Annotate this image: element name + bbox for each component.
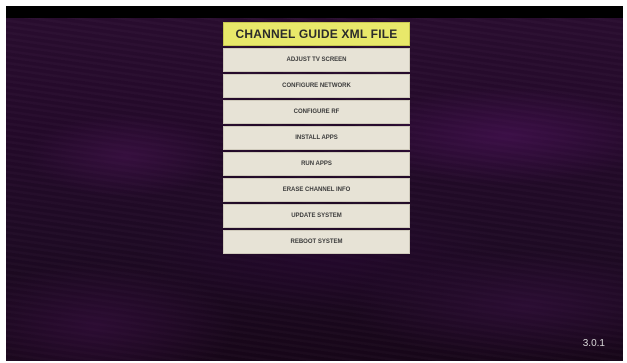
menu-item-run-apps[interactable]: RUN APPS	[223, 152, 410, 176]
settings-menu: CHANNEL GUIDE XML FILE ADJUST TV SCREEN …	[223, 22, 410, 256]
menu-item-install-apps[interactable]: INSTALL APPS	[223, 126, 410, 150]
menu-item-adjust-tv-screen[interactable]: ADJUST TV SCREEN	[223, 48, 410, 72]
menu-item-erase-channel-info[interactable]: ERASE CHANNEL INFO	[223, 178, 410, 202]
app-frame: CHANNEL GUIDE XML FILE ADJUST TV SCREEN …	[0, 0, 627, 363]
top-bar	[6, 6, 623, 18]
menu-item-update-system[interactable]: UPDATE SYSTEM	[223, 204, 410, 228]
tv-screen: CHANNEL GUIDE XML FILE ADJUST TV SCREEN …	[6, 6, 623, 361]
menu-item-channel-guide-xml-file[interactable]: CHANNEL GUIDE XML FILE	[223, 22, 410, 46]
menu-item-configure-rf[interactable]: CONFIGURE RF	[223, 100, 410, 124]
menu-item-reboot-system[interactable]: REBOOT SYSTEM	[223, 230, 410, 254]
menu-item-configure-network[interactable]: CONFIGURE NETWORK	[223, 74, 410, 98]
version-label: 3.0.1	[582, 338, 605, 349]
